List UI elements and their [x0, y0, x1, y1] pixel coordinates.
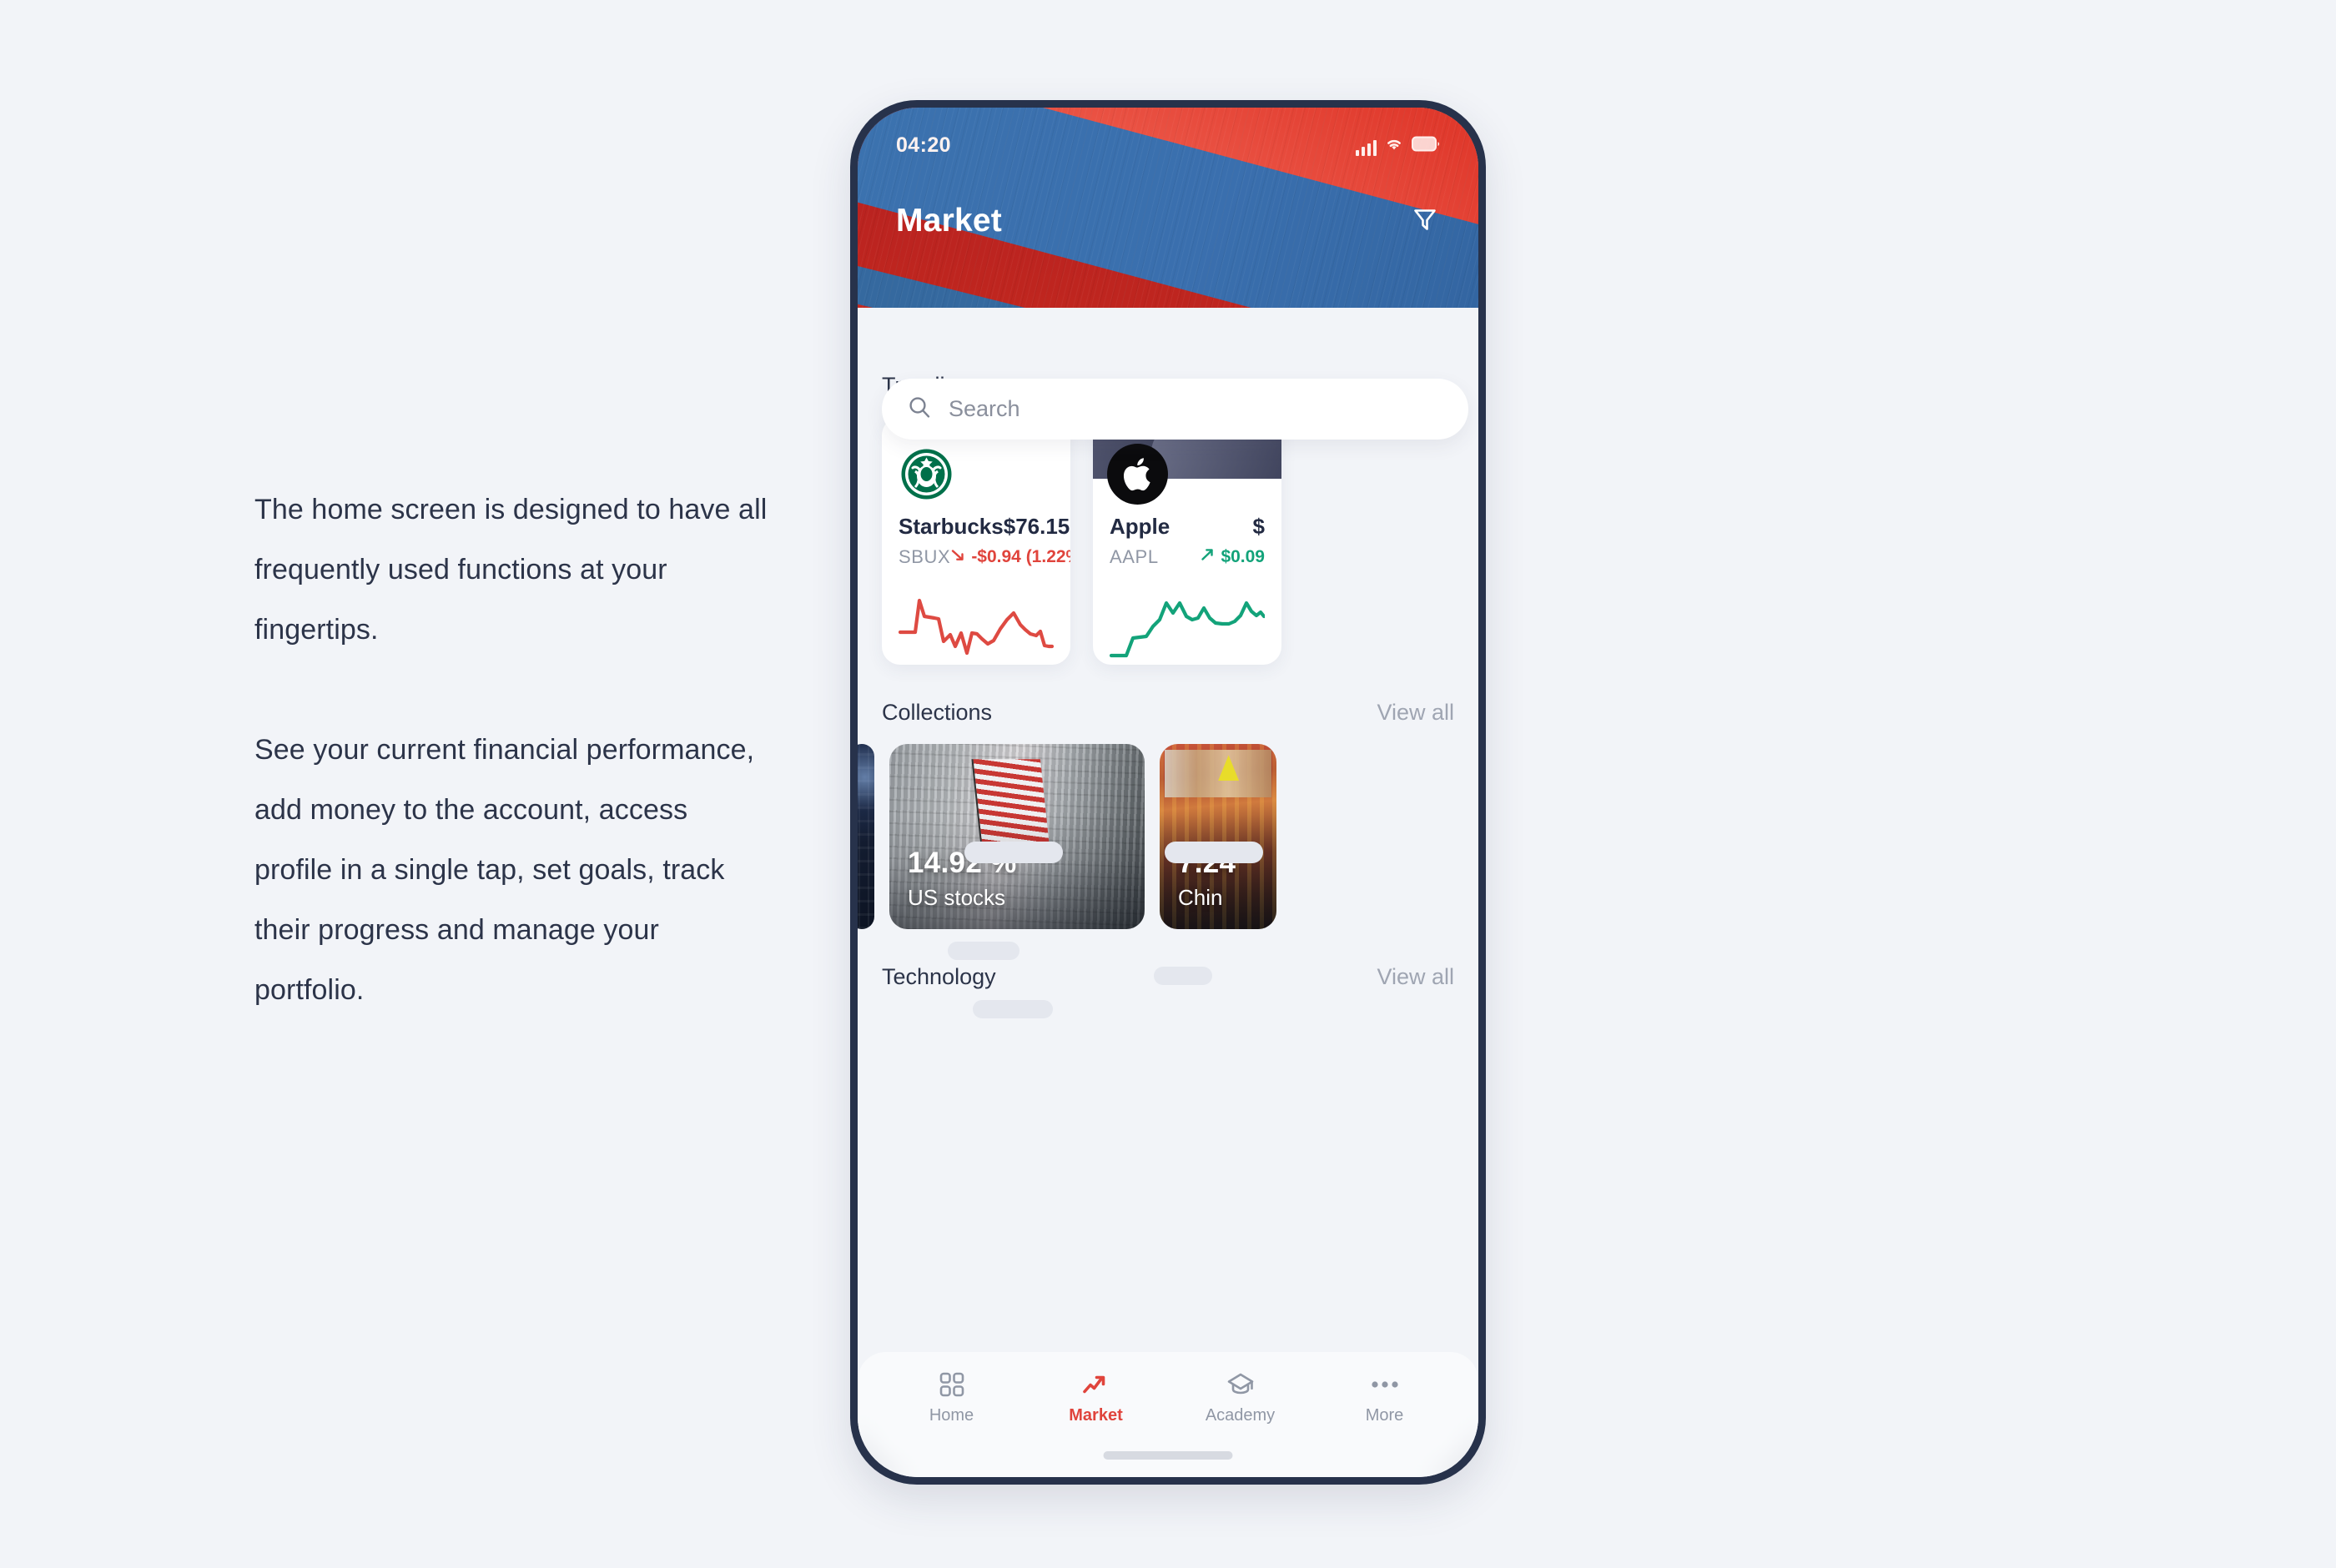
tab-item-market[interactable]: Market: [1046, 1370, 1146, 1425]
ellipsis-icon: [1371, 1370, 1399, 1399]
collections-title: Collections: [882, 700, 993, 725]
status-time: 04:20: [896, 133, 951, 157]
apple-logo-icon: [1107, 444, 1168, 505]
search-placeholder: Search: [949, 396, 1020, 421]
collection-label: US stocks: [908, 885, 1006, 910]
trending-card-row[interactable]: Starbucks $76.15 SBUX -$0.94 (1.22 Apple…: [858, 417, 1478, 665]
description-paragraph-1: The home screen is designed to have all …: [254, 494, 768, 646]
ghost-placeholder: [948, 942, 1019, 960]
graduation-cap-icon: [1226, 1370, 1256, 1399]
page-title: Market: [896, 203, 1002, 239]
collection-label: Chin: [1178, 885, 1223, 910]
ghost-placeholder: [964, 842, 1063, 863]
collection-card-us-stocks[interactable]: 14.92 % US stocks: [889, 744, 1145, 929]
collections-view-all-link[interactable]: View all: [1377, 700, 1454, 726]
stock-card-starbucks[interactable]: Starbucks $76.15 SBUX -$0.94 (1.22: [882, 417, 1070, 665]
collection-card-prev[interactable]: [858, 744, 874, 929]
header-nav-row: Market: [858, 181, 1478, 261]
starbucks-logo-icon: [896, 444, 957, 505]
filter-icon[interactable]: [1410, 204, 1440, 239]
stock-price: $: [1252, 514, 1265, 539]
ghost-placeholder: [973, 1000, 1053, 1018]
stock-name: Starbucks: [899, 514, 1004, 539]
collection-card-china[interactable]: 7.24 Chin: [1160, 744, 1276, 929]
stock-price: $76.15: [1003, 514, 1070, 539]
description-column: The home screen is designed to have all …: [254, 480, 772, 1020]
card-body: Apple $ AAPL $0.09: [1093, 479, 1281, 665]
ghost-placeholder: [1165, 842, 1263, 863]
sparkline-apple: [1109, 591, 1266, 665]
tab-item-academy[interactable]: Academy: [1191, 1370, 1291, 1425]
status-bar: 04:20: [858, 108, 1478, 166]
stock-change: -$0.94 (1.22%): [950, 547, 1070, 567]
scroll-content[interactable]: Trending: [858, 308, 1478, 1477]
status-icons: [1355, 136, 1441, 156]
card-body: Starbucks $76.15 SBUX -$0.94 (1.22: [882, 479, 1070, 665]
battery-icon: [1412, 136, 1440, 156]
stock-change-value: $0.09: [1221, 547, 1265, 566]
grid-icon: [939, 1370, 965, 1399]
stock-change: $0.09: [1200, 547, 1265, 567]
stock-ticker: AAPL: [1110, 546, 1159, 567]
stock-change-value: -$0.94 (1.22%): [971, 547, 1070, 566]
wifi-icon: [1384, 136, 1404, 156]
arrow-up-right-icon: [1200, 547, 1215, 567]
ghost-placeholder: [1154, 967, 1212, 985]
search-input[interactable]: Search: [882, 379, 1468, 440]
stock-ticker: SBUX: [899, 546, 951, 567]
technology-title: Technology: [882, 964, 996, 989]
phone-screen: 04:20 Market Search Starbucks $76.15 SBU…: [858, 108, 1478, 1477]
description-paragraph-2: See your current financial performance, …: [254, 734, 755, 1006]
trending-up-arrow-icon: [1082, 1370, 1110, 1399]
tab-label: Home: [929, 1406, 974, 1425]
tab-item-home[interactable]: Home: [902, 1370, 1002, 1425]
collection-image: [858, 744, 874, 929]
signal-bars-icon: [1355, 140, 1377, 156]
stock-card-apple[interactable]: Apple $ AAPL $0.09: [1093, 417, 1281, 665]
arrow-down-right-icon: [950, 547, 965, 567]
technology-view-all-link[interactable]: View all: [1377, 964, 1454, 990]
sparkline-starbucks: [898, 591, 1055, 665]
phone-frame: 04:20 Market Search Starbucks $76.15 SBU…: [850, 100, 1486, 1485]
home-indicator[interactable]: [1103, 1451, 1233, 1460]
tab-label: More: [1365, 1406, 1404, 1425]
tab-label: Academy: [1205, 1406, 1276, 1425]
search-icon: [907, 395, 932, 424]
collections-card-row[interactable]: 14.92 % US stocks 7.24 Chin: [858, 744, 1478, 929]
bottom-tab-bar: Home Market Academy More: [858, 1352, 1478, 1477]
tab-label: Market: [1069, 1406, 1123, 1425]
collections-section-header: Collections View all: [858, 700, 1478, 726]
tab-item-more[interactable]: More: [1335, 1370, 1435, 1425]
stock-name: Apple: [1110, 514, 1171, 539]
